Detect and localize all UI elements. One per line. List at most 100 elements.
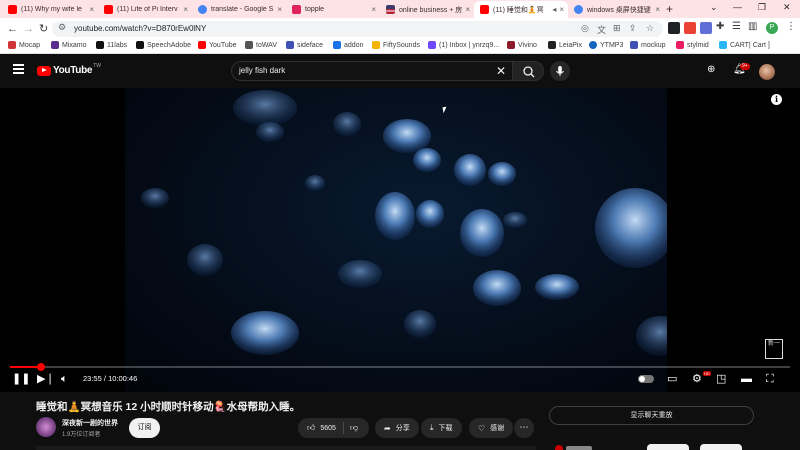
reading-list-icon[interactable]: ☰ <box>732 21 744 33</box>
voice-search-button[interactable] <box>550 61 570 81</box>
show-chat-replay-button[interactable]: 显示聊天重放 <box>549 406 754 425</box>
forward-arrow-icon[interactable]: → <box>23 22 34 36</box>
account-avatar[interactable] <box>759 64 775 80</box>
close-tab-icon[interactable]: × <box>89 5 94 14</box>
create-video-icon[interactable]: ⊕ <box>707 64 715 75</box>
bookmark-item[interactable]: sideface <box>286 41 323 49</box>
close-tab-icon[interactable]: × <box>371 5 376 14</box>
bookmark-favicon-icon <box>507 41 515 49</box>
share-button[interactable]: ➦ 分享 <box>375 418 419 438</box>
super-thanks-icon: ♡ <box>478 423 486 433</box>
close-tab-icon[interactable]: × <box>277 5 282 14</box>
more-actions-button[interactable]: ⋯ <box>514 418 534 438</box>
browser-menu-icon[interactable]: ⋮ <box>786 21 796 32</box>
channel-avatar[interactable] <box>36 417 56 437</box>
bookmark-item[interactable]: CART| Cart ] <box>719 41 770 49</box>
guide-menu-icon[interactable] <box>13 64 24 74</box>
close-window-button[interactable]: ✕ <box>783 2 791 13</box>
progress-scrubber-handle[interactable] <box>36 363 45 371</box>
bookmark-item[interactable]: FiftySounds <box>372 41 420 49</box>
address-bar[interactable]: ⚙ youtube.com/watch?v=D870rEw0lNY ◎ 文 ⊞ … <box>52 21 663 37</box>
extensions-puzzle-icon[interactable]: ✚ <box>716 21 728 33</box>
bookmark-item[interactable]: stylmid <box>676 41 709 49</box>
bookmark-favicon-icon <box>428 41 436 49</box>
close-tab-icon[interactable]: × <box>183 5 188 14</box>
tab-search-icon[interactable]: ⌄ <box>710 2 718 13</box>
autoplay-toggle[interactable] <box>638 375 654 383</box>
restore-window-button[interactable]: ❐ <box>758 2 766 13</box>
video-title: 睡觉和🧘冥想音乐 12 小时顺时针移动🪼水母帮助入睡。 <box>36 401 301 413</box>
browser-tab[interactable]: windows 桌屏快捷键 × <box>568 1 664 18</box>
bookmark-item[interactable]: Mixamo <box>51 41 87 49</box>
bookmark-item[interactable]: 11labs <box>96 41 127 49</box>
install-app-icon[interactable]: ⊞ <box>613 23 621 34</box>
video-frame[interactable] <box>125 88 667 392</box>
tab-audio-icon[interactable]: ◂ <box>552 5 556 14</box>
back-arrow-icon[interactable]: ← <box>7 22 18 36</box>
theater-mode-icon[interactable]: ▬ <box>741 372 752 386</box>
bookmark-item[interactable]: toWAV <box>245 41 277 49</box>
reload-icon[interactable]: ↻ <box>39 22 48 36</box>
fullscreen-icon[interactable]: ⛶ <box>766 372 774 386</box>
site-info-icon[interactable]: ⚙ <box>58 22 66 33</box>
channel-name[interactable]: 深夜新一剧的世界 <box>62 418 118 428</box>
bookmark-item[interactable]: YTMP3 <box>589 41 623 49</box>
browser-tab[interactable]: online business + 房 × <box>380 1 474 18</box>
like-button[interactable]: 👍︎ 5605 <box>298 422 344 434</box>
clear-search-icon[interactable]: ✕ <box>496 64 506 78</box>
extension-icon[interactable] <box>684 22 696 34</box>
extension-icon[interactable] <box>668 22 680 34</box>
new-tab-button[interactable]: + <box>666 1 673 17</box>
volume-icon[interactable]: 🔈︎ <box>61 372 68 386</box>
bookmark-item[interactable]: Mocap <box>8 41 40 49</box>
close-tab-icon[interactable]: × <box>465 5 470 14</box>
video-info-icon[interactable]: i <box>771 94 782 105</box>
miniplayer-icon[interactable]: ◳ <box>716 372 726 386</box>
video-progress-bar[interactable] <box>10 363 790 371</box>
close-tab-icon[interactable]: × <box>559 5 564 14</box>
next-video-icon[interactable]: ▶❘ <box>37 372 55 386</box>
url-text[interactable]: youtube.com/watch?v=D870rEw0lNY <box>74 24 206 33</box>
related-filter-chip[interactable] <box>700 444 742 450</box>
browser-tab[interactable]: translate - Google S × <box>192 1 286 18</box>
subscriber-count: 1.9万位订阅者 <box>62 432 101 438</box>
browser-tab[interactable]: topple × <box>286 1 380 18</box>
bookmark-item[interactable]: Vivino <box>507 41 537 49</box>
bookmark-star-icon[interactable]: ☆ <box>646 23 654 34</box>
youtube-logo[interactable]: YouTube TW <box>37 63 101 76</box>
translate-icon[interactable]: 文 <box>597 23 606 36</box>
close-tab-icon[interactable]: × <box>655 5 660 14</box>
bookmark-item[interactable]: SpeechAdobe <box>136 41 191 49</box>
share-icon[interactable]: ⇪ <box>629 23 637 34</box>
bookmark-item[interactable]: addon <box>333 41 363 49</box>
extension-icon[interactable] <box>700 22 712 34</box>
settings-gear-icon[interactable]: ⚙ <box>692 372 702 386</box>
channel-watermark[interactable]: 新一 <box>765 339 783 359</box>
browser-tab[interactable]: (11) Why my wife le × <box>2 1 98 18</box>
subscribe-button[interactable]: 订阅 <box>129 418 160 438</box>
search-input[interactable]: jelly fish dark ✕ <box>231 61 512 81</box>
related-filter-chip[interactable] <box>647 444 689 450</box>
pause-button[interactable]: ❚❚ <box>12 372 30 386</box>
thanks-button[interactable]: ♡ 感谢 <box>469 418 514 438</box>
minimize-window-button[interactable]: — <box>733 2 742 12</box>
bookmark-item[interactable]: (1) Inbox | ynrzq9... <box>428 41 499 49</box>
browser-tab[interactable]: (11) Life of Pi Interv × <box>98 1 192 18</box>
bookmark-item[interactable]: LeiaPix <box>548 41 582 49</box>
search-icon <box>523 66 535 78</box>
browser-tab-active[interactable]: (11) 睡觉和🧘冥 ◂ × <box>474 1 568 18</box>
subtitles-icon[interactable]: ▭ <box>667 372 677 386</box>
google-lens-icon[interactable]: ◎ <box>581 23 589 34</box>
like-count: 5605 <box>320 424 336 432</box>
side-panel-icon[interactable]: ▥ <box>748 21 760 33</box>
bookmark-item[interactable]: YouTube <box>198 41 237 49</box>
search-query-text[interactable]: jelly fish dark <box>239 66 285 75</box>
bookmark-label: stylmid <box>687 41 709 49</box>
video-player[interactable] <box>0 88 800 392</box>
bookmark-item[interactable]: mockup <box>630 41 666 49</box>
search-button[interactable] <box>512 61 544 81</box>
thumbs-down-icon: 👎︎ <box>350 423 359 432</box>
profile-avatar[interactable]: P <box>766 22 778 34</box>
download-button[interactable]: ⤓ 下载 <box>421 418 462 438</box>
dislike-button[interactable]: 👎︎ <box>344 423 363 433</box>
